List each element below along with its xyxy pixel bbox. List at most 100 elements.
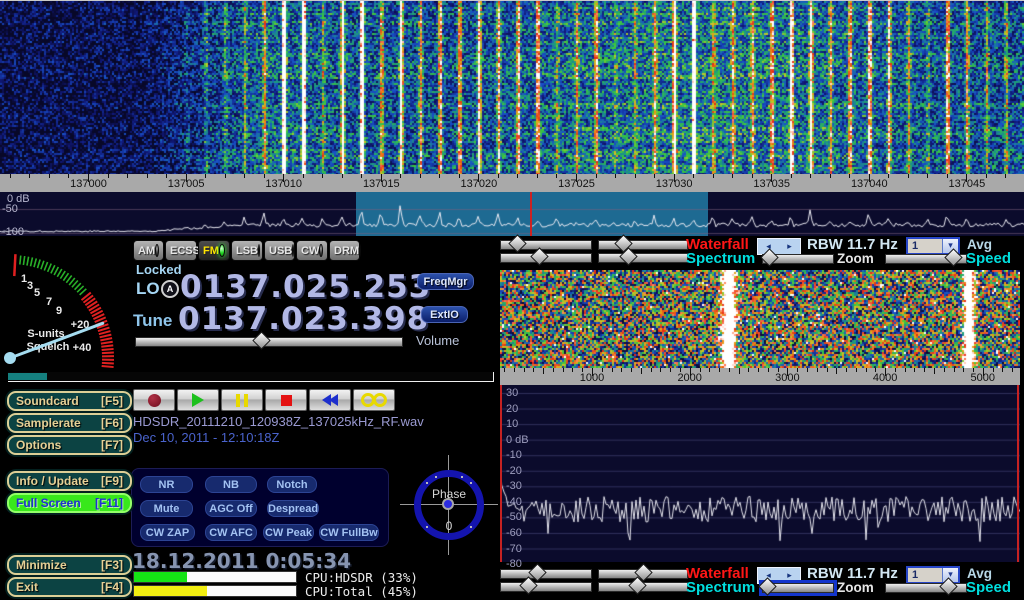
- record-icon: [148, 394, 161, 407]
- mode-button-fm[interactable]: FM: [198, 240, 230, 261]
- spectrum-contrast-slider-top[interactable]: [500, 253, 592, 263]
- mode-button-am[interactable]: AM: [133, 240, 164, 261]
- main-frequency-scale[interactable]: 1370001370051370101370151370201370251370…: [0, 174, 1024, 192]
- side-button-minimize[interactable]: Minimize[F3]: [7, 555, 132, 575]
- waterfall-brightness-slider-top[interactable]: [598, 240, 688, 250]
- scale-tick: [732, 174, 733, 178]
- transport-record-button[interactable]: [133, 389, 175, 411]
- scale-tick: [651, 368, 652, 372]
- tune-frequency-display[interactable]: 0137.023.398: [178, 304, 429, 335]
- scale-tick: [631, 368, 632, 372]
- dsp-button-despread[interactable]: Despread: [267, 500, 319, 517]
- mode-button-label: ECSS: [170, 245, 200, 257]
- mode-button-drm[interactable]: DRM: [329, 240, 360, 261]
- transport-play-button[interactable]: [177, 389, 219, 411]
- dsp-button-nr[interactable]: NR: [140, 476, 193, 493]
- mode-button-cw[interactable]: CW: [296, 240, 328, 261]
- right-arrow-icon[interactable]: ▸: [787, 568, 792, 583]
- side-button-full-screen[interactable]: Full Screen[F11]: [7, 493, 132, 513]
- frequency-tick-label: 3000: [755, 372, 819, 384]
- main-spectrum-display[interactable]: 0 dB-50-100: [0, 192, 1024, 236]
- main-spectrum-trace: [0, 192, 1024, 236]
- scale-tick: [29, 174, 30, 178]
- scale-tick: [225, 174, 226, 178]
- scale-tick: [244, 174, 245, 178]
- dsp-button-cw-zap[interactable]: CW ZAP: [140, 524, 195, 541]
- dsp-button-mute[interactable]: Mute: [140, 500, 193, 517]
- dsp-button-cw-fullbw[interactable]: CW FullBw: [319, 524, 379, 541]
- frequency-tick-label: 137020: [447, 178, 511, 190]
- db-scale-label: -10: [506, 449, 522, 461]
- lo-auto-badge[interactable]: A: [161, 280, 179, 298]
- mode-button-label: FM: [203, 245, 219, 257]
- lo-frequency-display[interactable]: 0137.025.253: [180, 272, 431, 303]
- transport-pause-button[interactable]: [221, 389, 263, 411]
- mode-button-lsb[interactable]: LSB: [231, 240, 263, 261]
- frequency-tick-label: 137030: [642, 178, 706, 190]
- spectrum-right-edge-marker: [1017, 385, 1019, 562]
- side-button-key: [F6]: [101, 416, 123, 430]
- zoom-slider-bottom[interactable]: [762, 583, 834, 593]
- extio-button[interactable]: ExtIO: [421, 306, 468, 323]
- spectrum-contrast-slider-top-thumb[interactable]: [530, 247, 548, 265]
- transport-loop-button[interactable]: [353, 389, 395, 411]
- hdsdr-window: 1370001370051370101370151370201370251370…: [0, 0, 1024, 600]
- right-arrow-icon[interactable]: ▸: [787, 239, 792, 254]
- scale-tick: [49, 174, 50, 178]
- transport-stop-button[interactable]: [265, 389, 307, 411]
- zoomed-spectrum-display[interactable]: 3020100 dB-10-20-30-40-50-60-70-80: [500, 385, 1020, 562]
- dsp-button-agc-off[interactable]: AGC Off: [205, 500, 257, 517]
- side-button-info-update[interactable]: Info / Update[F9]: [7, 471, 132, 491]
- scale-tick: [439, 174, 440, 178]
- volume-slider[interactable]: [135, 337, 403, 347]
- db-scale-label: 30: [506, 387, 518, 399]
- mode-led: [219, 244, 225, 257]
- db-scale-label: -30: [506, 480, 522, 492]
- recording-timestamp: Dec 10, 2011 - 12:10:18Z: [133, 430, 279, 445]
- spectrum-contrast-slider-bottom[interactable]: [500, 582, 592, 592]
- main-waterfall-display[interactable]: [0, 1, 1024, 174]
- side-button-options[interactable]: Options[F7]: [7, 435, 132, 455]
- scale-tick: [641, 368, 642, 374]
- side-button-samplerate[interactable]: Samplerate[F6]: [7, 413, 132, 433]
- db-scale-label: -50: [506, 511, 522, 523]
- scale-tick: [514, 368, 515, 372]
- side-button-label: Options: [16, 438, 61, 452]
- side-button-label: Exit: [16, 580, 38, 594]
- speed-slider-top[interactable]: [885, 254, 967, 264]
- zoom-label-bottom: Zoom: [837, 580, 874, 595]
- dsp-button-cw-peak[interactable]: CW Peak: [263, 524, 314, 541]
- svg-text:5: 5: [34, 287, 40, 299]
- phase-dot: [442, 498, 454, 510]
- side-button-exit[interactable]: Exit[F4]: [7, 577, 132, 597]
- scale-tick: [810, 174, 811, 178]
- spectrum-brightness-slider-top[interactable]: [598, 253, 688, 263]
- db-scale-label: -100: [2, 226, 24, 238]
- cpu-bar: [133, 571, 297, 583]
- scale-tick: [836, 368, 837, 374]
- zoom-slider-top[interactable]: [762, 254, 834, 264]
- waterfall-brightness-slider-bottom[interactable]: [598, 569, 688, 579]
- cpu-bar-fill: [134, 586, 207, 596]
- waterfall-contrast-slider-top[interactable]: [500, 240, 592, 250]
- dsp-button-notch[interactable]: Notch: [267, 476, 317, 493]
- speed-slider-bottom[interactable]: [885, 583, 967, 593]
- spectrum-brightness-slider-bottom[interactable]: [598, 582, 688, 592]
- mode-button-ecss[interactable]: ECSS: [165, 240, 197, 261]
- zoomed-waterfall-display[interactable]: [500, 270, 1020, 368]
- top-border-line: [0, 0, 1024, 1]
- scale-tick: [934, 368, 935, 374]
- waterfall-contrast-slider-bottom[interactable]: [500, 569, 592, 579]
- spectrum-label-bottom: Spectrum: [686, 579, 755, 596]
- mode-button-usb[interactable]: USB: [264, 240, 295, 261]
- waterfall-contrast-slider-top-thumb[interactable]: [508, 234, 526, 252]
- freqmgr-button[interactable]: FreqMgr: [417, 273, 474, 290]
- audio-frequency-scale[interactable]: 10002000300040005000: [500, 368, 1020, 385]
- side-button-soundcard[interactable]: Soundcard[F5]: [7, 391, 132, 411]
- dsp-button-cw-afc[interactable]: CW AFC: [205, 524, 257, 541]
- dsp-button-nb[interactable]: NB: [205, 476, 257, 493]
- transport-rewind-button[interactable]: [309, 389, 351, 411]
- frequency-tick-label: 1000: [560, 372, 624, 384]
- squelch-bar[interactable]: [8, 372, 494, 382]
- mode-led: [319, 244, 323, 257]
